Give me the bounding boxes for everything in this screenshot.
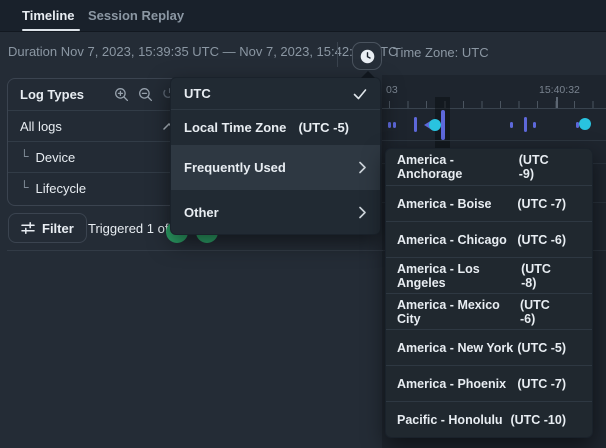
active-tab-underline (22, 29, 80, 31)
menu-item-label: Local Time Zone (184, 120, 286, 135)
session-replay-app: Timeline Session Replay Duration Nov 7, … (0, 0, 606, 448)
filter-sliders-icon (21, 221, 35, 235)
event-dot-marker[interactable] (533, 122, 536, 128)
timezone-label: Time Zone: UTC (393, 45, 489, 60)
tab-bar: Timeline Session Replay (0, 0, 606, 32)
tree-branch-icon: └ (20, 149, 29, 163)
menu-caret (361, 71, 375, 78)
menu-item-frequently-used[interactable]: Frequently Used (171, 146, 380, 189)
toolbar-divider (337, 42, 338, 67)
submenu-item-label: America - Phoenix (397, 377, 506, 391)
submenu-item-new-york[interactable]: America - New York (UTC -5) (386, 329, 592, 365)
submenu-item-mexico-city[interactable]: America - Mexico City (UTC -6) (386, 293, 592, 329)
submenu-item-offset: (UTC -7) (517, 377, 566, 391)
submenu-item-offset: (UTC -6) (520, 298, 566, 326)
tab-session-replay[interactable]: Session Replay (88, 0, 184, 31)
event-dot-marker[interactable] (510, 122, 513, 128)
submenu-item-label: Pacific - Honolulu (397, 413, 503, 427)
log-types-panel: Log Types ↺ All logs (7, 78, 188, 206)
submenu-item-offset: (UTC -10) (510, 413, 566, 427)
event-bar-marker[interactable] (524, 117, 527, 132)
submenu-item-boise[interactable]: America - Boise (UTC -7) (386, 185, 592, 221)
duration-text: Duration Nov 7, 2023, 15:39:35 UTC — Nov… (8, 44, 398, 59)
timezone-menu: UTC Local Time Zone (UTC -5) Frequently … (170, 77, 381, 235)
timeline-timestamp: 15:40:32 (539, 84, 580, 96)
submenu-item-offset: (UTC -8) (521, 262, 566, 290)
submenu-item-label: America - Chicago (397, 233, 507, 247)
event-dot-marker[interactable] (388, 122, 391, 128)
menu-item-utc[interactable]: UTC (171, 78, 380, 109)
zoom-in-icon[interactable] (114, 87, 129, 102)
zoom-out-icon[interactable] (138, 87, 153, 102)
timezone-clock-button[interactable] (352, 42, 382, 70)
timeline-row-divider (382, 140, 606, 141)
log-types-title: Log Types (20, 87, 84, 102)
submenu-item-label: America - Boise (397, 197, 491, 211)
tree-branch-icon: └ (20, 180, 29, 194)
filter-button-label: Filter (42, 221, 74, 236)
menu-item-label: Other (184, 205, 219, 220)
event-bar-marker[interactable] (414, 117, 417, 132)
submenu-item-offset: (UTC -6) (517, 233, 566, 247)
menu-item-label: Frequently Used (184, 160, 286, 175)
submenu-item-chicago[interactable]: America - Chicago (UTC -6) (386, 221, 592, 257)
submenu-item-phoenix[interactable]: America - Phoenix (UTC -7) (386, 365, 592, 401)
submenu-item-offset: (UTC -7) (517, 197, 566, 211)
log-type-label: All logs (20, 119, 62, 134)
log-type-row-device[interactable]: └ Device (8, 141, 187, 172)
session-event-circle-marker[interactable] (429, 119, 441, 131)
menu-item-local-time-zone[interactable]: Local Time Zone (UTC -5) (171, 110, 380, 145)
log-type-row-all-logs[interactable]: All logs (8, 110, 187, 141)
checkmark-icon (353, 88, 367, 100)
submenu-item-offset: (UTC -5) (517, 341, 566, 355)
chevron-right-icon (353, 161, 367, 174)
selected-event-marker[interactable] (441, 110, 445, 140)
submenu-item-label: America - Anchorage (397, 153, 519, 181)
log-type-row-lifecycle[interactable]: └ Lifecycle (8, 172, 187, 203)
menu-item-label: UTC (184, 86, 211, 101)
session-event-circle-marker[interactable] (579, 118, 591, 130)
filter-button[interactable]: Filter (8, 213, 87, 243)
submenu-item-los-angeles[interactable]: America - Los Angeles (UTC -8) (386, 257, 592, 293)
submenu-item-label: America - New York (397, 341, 513, 355)
log-type-label: Device (36, 150, 76, 165)
log-types-header: Log Types ↺ (8, 79, 187, 110)
submenu-item-label: America - Los Angeles (397, 262, 521, 290)
timeline-ruler-baseline (382, 108, 606, 109)
event-dot-marker[interactable] (393, 122, 396, 128)
timeline-ruler-ticks (389, 101, 606, 108)
log-type-label: Lifecycle (36, 181, 87, 196)
timeline-timestamp: 03 (386, 84, 398, 96)
chevron-right-icon (353, 206, 367, 219)
menu-item-offset: (UTC -5) (298, 120, 349, 135)
tab-timeline[interactable]: Timeline (22, 0, 75, 31)
submenu-item-anchorage[interactable]: America - Anchorage (UTC -9) (386, 149, 592, 185)
submenu-item-offset: (UTC -9) (519, 153, 566, 181)
timezone-submenu: America - Anchorage (UTC -9) America - B… (385, 148, 593, 438)
clock-icon (359, 48, 376, 65)
menu-item-other[interactable]: Other (171, 190, 380, 234)
submenu-item-honolulu[interactable]: Pacific - Honolulu (UTC -10) (386, 401, 592, 437)
section-divider (7, 250, 383, 251)
submenu-item-label: America - Mexico City (397, 298, 520, 326)
